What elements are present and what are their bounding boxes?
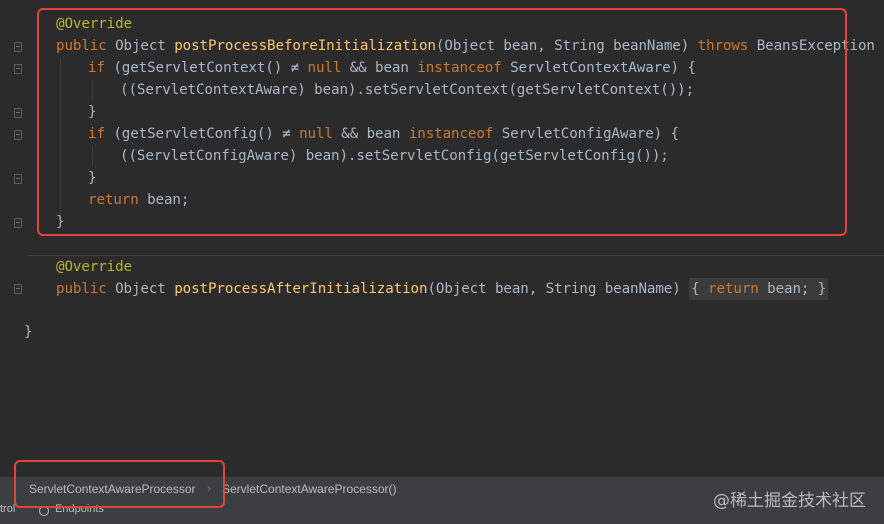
code-line: public Object postProcessAfterInitializa… (56, 278, 829, 300)
fold-marker-icon[interactable] (14, 108, 22, 118)
toolbar-item-control[interactable]: trol (0, 503, 15, 515)
watermark: @稀土掘金技术社区 (713, 491, 866, 511)
fold-marker-icon[interactable] (14, 174, 22, 184)
highlight-box (14, 460, 225, 508)
fold-marker-icon[interactable] (14, 130, 22, 140)
params: (Object bean, String beanName) (427, 281, 690, 297)
fold-marker-icon[interactable] (14, 64, 22, 74)
keyword: public (56, 281, 116, 297)
type: Object (115, 281, 175, 297)
fold-marker-icon[interactable] (14, 42, 22, 52)
method-name: postProcessAfterInitialization (174, 281, 428, 297)
code-line: } (24, 321, 33, 343)
editor-gutter (0, 0, 28, 476)
folded-body[interactable]: { return bean; } (689, 278, 829, 300)
method-separator (28, 255, 884, 256)
annotation: @Override (56, 259, 132, 275)
brace: } (817, 281, 827, 297)
highlight-box (37, 8, 847, 236)
fold-marker-icon[interactable] (14, 218, 22, 228)
breadcrumb-member[interactable]: ServletContextAwareProcessor() (222, 482, 397, 496)
brace: { (691, 281, 700, 297)
code-line: @Override (56, 256, 132, 278)
keyword: return (708, 281, 759, 297)
brace: } (24, 324, 33, 340)
code-editor[interactable]: @Override public Object postProcessBefor… (24, 0, 884, 476)
statement: bean; (758, 281, 818, 297)
fold-marker-icon[interactable] (14, 284, 22, 294)
